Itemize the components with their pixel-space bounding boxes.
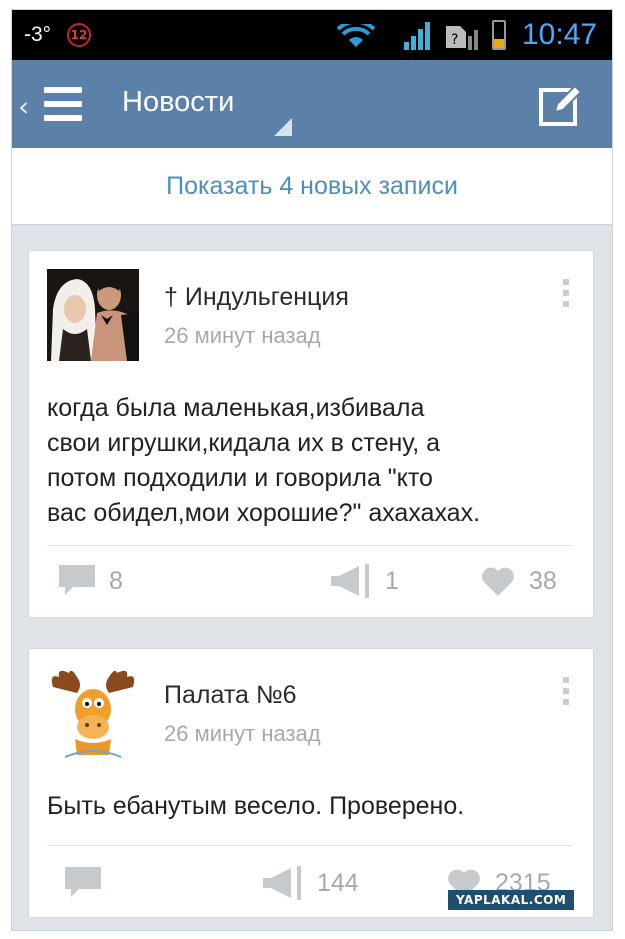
app-header: ‹ Новости	[12, 60, 612, 148]
repost-button[interactable]: 144	[263, 853, 359, 913]
post-text-line: свои игрушки,кидала их в стену, а	[47, 429, 441, 457]
post-card: Палата №6 26 минут назад Быть ебанутым в…	[28, 648, 594, 918]
no-sim-icon: ?	[446, 26, 478, 50]
avatar[interactable]	[47, 269, 139, 361]
like-count: 38	[529, 566, 557, 595]
status-bar: -3° 12 ? 10:47	[12, 10, 612, 60]
comment-count: 8	[109, 566, 123, 595]
post-actions: 8 1 38	[29, 551, 593, 611]
show-new-posts-button[interactable]: Показать 4 новых записи	[12, 148, 612, 225]
phone-screen: -3° 12 ? 10:47 ‹ Новости Показать 4 новы…	[12, 10, 612, 930]
post-card: † Индульгенция 26 минут назад когда была…	[28, 250, 594, 618]
page-title[interactable]: Новости	[122, 86, 234, 119]
repost-count: 144	[317, 868, 359, 897]
post-text: когда была маленькая,избивала свои игруш…	[47, 391, 582, 531]
post-time: 26 минут назад	[164, 721, 321, 746]
notification-badge: 12	[67, 23, 91, 47]
wifi-icon	[337, 24, 375, 47]
repost-count: 1	[385, 566, 399, 595]
temperature: -3°	[24, 23, 52, 46]
post-text: Быть ебанутым весело. Проверено.	[47, 789, 582, 824]
post-author[interactable]: † Индульгенция	[164, 283, 349, 312]
watermark: YAPLAKAL.COM	[448, 890, 575, 910]
svg-text:?: ?	[451, 32, 458, 48]
comment-icon	[59, 565, 95, 595]
repost-button[interactable]: 1	[331, 551, 399, 611]
post-text-line: потом подходили и говорила "кто	[47, 464, 433, 492]
comment-button[interactable]: 8	[59, 551, 123, 611]
compose-icon[interactable]	[539, 84, 583, 126]
comment-icon	[65, 867, 101, 897]
megaphone-icon	[331, 564, 369, 598]
divider	[47, 845, 573, 846]
comment-button[interactable]	[65, 853, 115, 913]
battery-icon	[492, 20, 506, 50]
like-button[interactable]: 38	[481, 551, 557, 611]
post-time: 26 минут назад	[164, 323, 321, 348]
divider	[47, 545, 573, 546]
signal-icon	[404, 22, 430, 50]
megaphone-icon	[263, 866, 301, 900]
avatar[interactable]	[47, 667, 139, 759]
heart-icon	[482, 567, 514, 596]
post-author[interactable]: Палата №6	[164, 681, 297, 710]
clock: 10:47	[522, 18, 598, 51]
post-text-line: когда была маленькая,избивала	[47, 394, 425, 422]
back-chevron-icon[interactable]: ‹	[18, 90, 29, 123]
more-options-icon[interactable]	[563, 677, 569, 705]
menu-icon[interactable]	[44, 87, 82, 121]
post-text-line: Быть ебанутым весело. Проверено.	[47, 792, 465, 820]
dropdown-corner-icon[interactable]	[274, 118, 292, 136]
post-text-line: вас обидел,мои хорошие?" ахахахах.	[47, 499, 481, 527]
more-options-icon[interactable]	[563, 279, 569, 307]
